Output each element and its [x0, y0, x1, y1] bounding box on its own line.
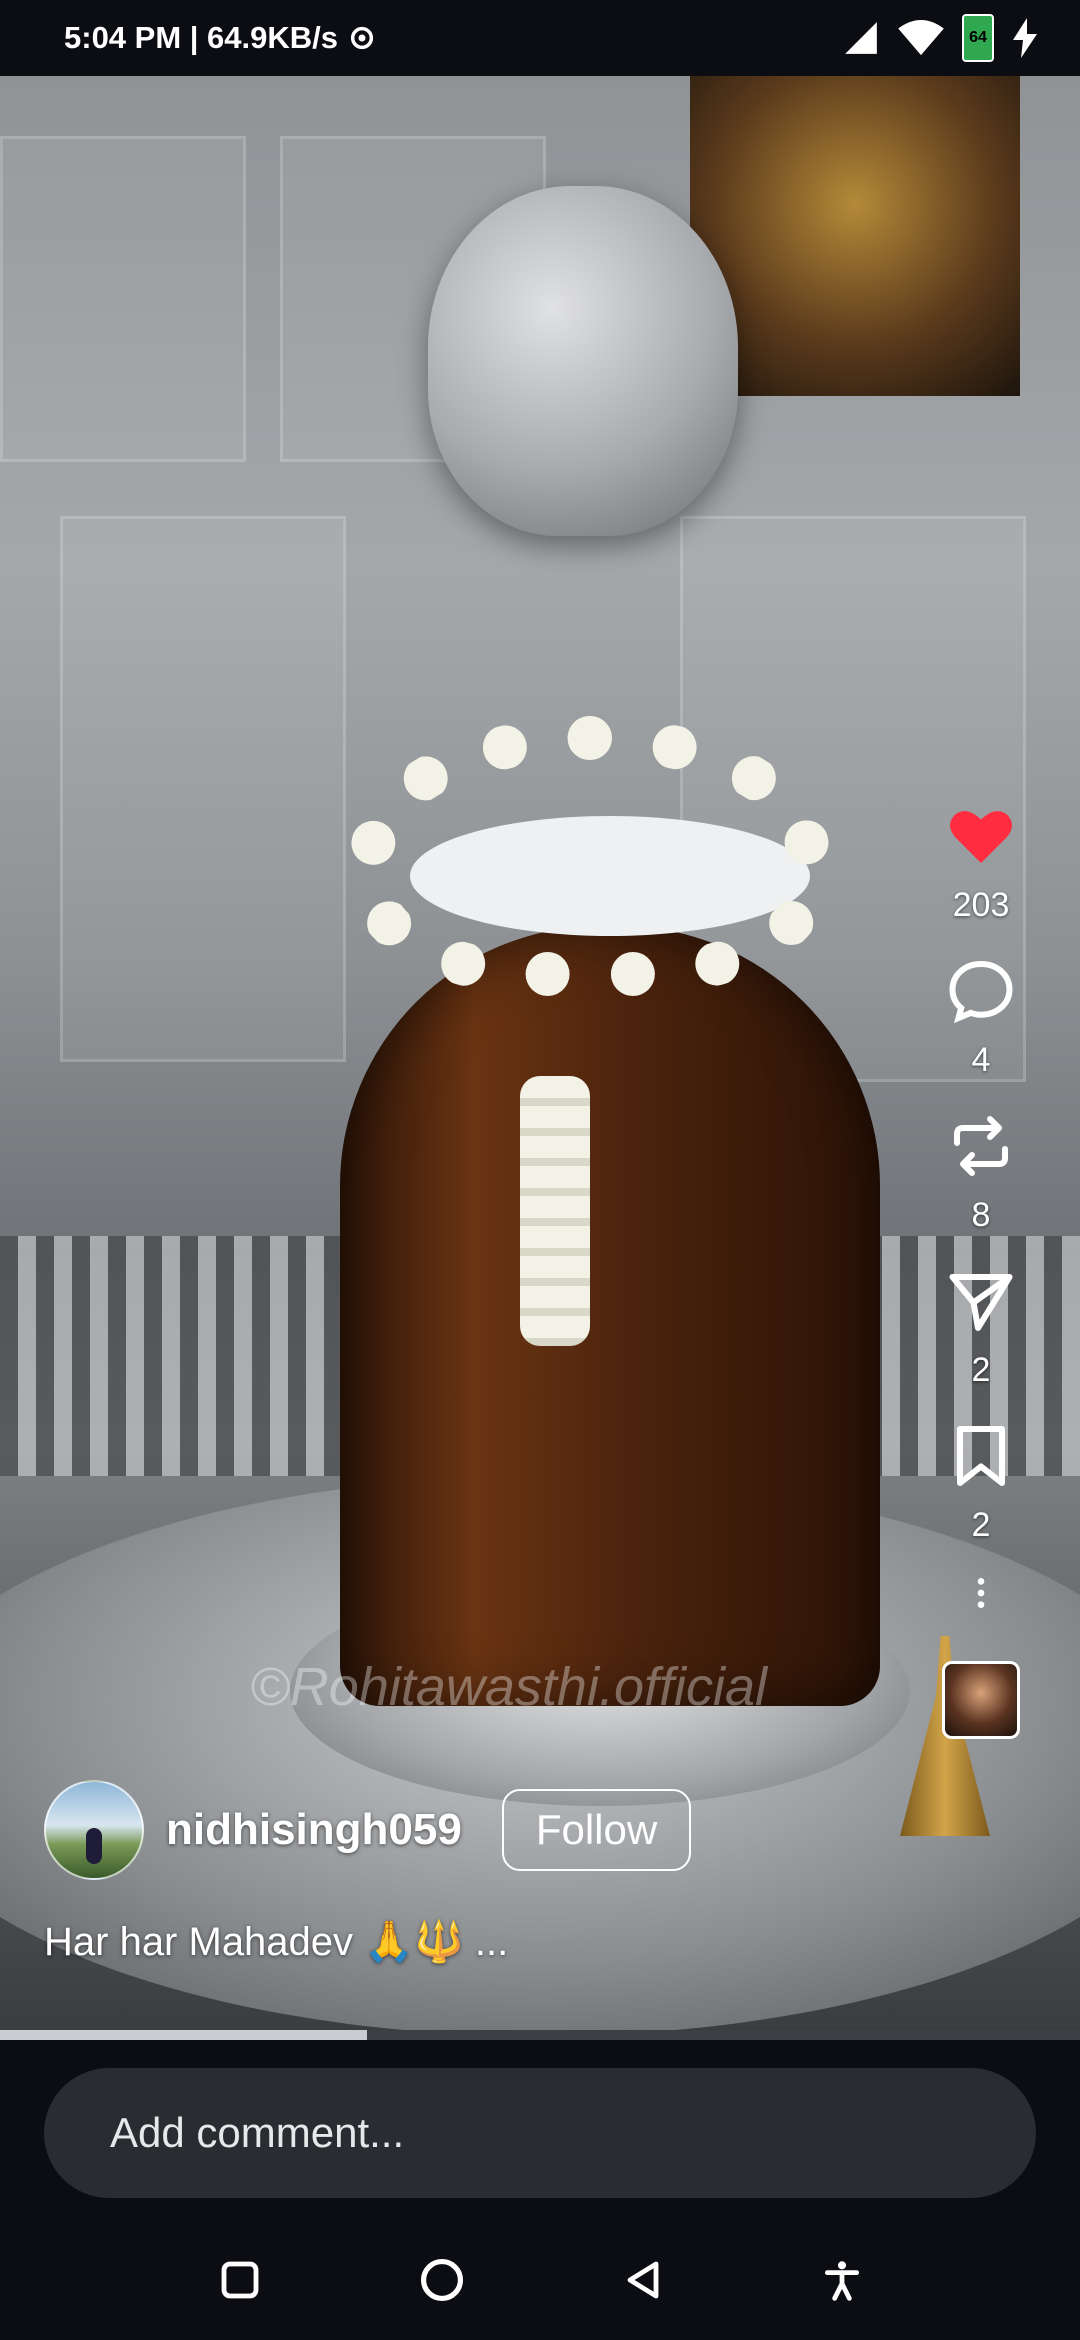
- action-column: 203 4 8 2 2: [906, 800, 1056, 1739]
- accessibility-icon[interactable]: [820, 2256, 864, 2304]
- more-icon: [977, 1578, 985, 1608]
- flower-garland: [350, 716, 830, 996]
- save-button[interactable]: 2: [945, 1420, 1017, 1545]
- caption[interactable]: Har har Mahadev 🙏🔱 ...: [44, 1918, 508, 1965]
- kalash-pot: [428, 186, 738, 536]
- video-watermark: ©Rohitawasthi.official: [250, 1657, 768, 1717]
- wall-panel-lower-left: [60, 516, 346, 1062]
- wall-panel-left: [0, 136, 246, 462]
- battery-level: 64: [969, 29, 987, 46]
- charging-icon: [1013, 18, 1037, 58]
- notification-icon: [350, 26, 374, 50]
- more-options-button[interactable]: [961, 1565, 1001, 1621]
- audio-thumbnail[interactable]: [942, 1661, 1020, 1739]
- share-count: 2: [971, 1351, 991, 1389]
- comment-count: 4: [971, 1041, 991, 1079]
- shrine-idol: [690, 76, 1020, 396]
- video-progress[interactable]: [0, 2030, 1080, 2040]
- garland-drop: [520, 1076, 590, 1346]
- avatar[interactable]: [44, 1780, 144, 1880]
- author-row: nidhisingh059 Follow: [44, 1780, 692, 1880]
- status-bar: 5:04 PM | 64.9KB/s 64: [0, 0, 1080, 76]
- bookmark-icon: [957, 1426, 1005, 1486]
- repost-count: 8: [971, 1196, 991, 1234]
- wifi-icon: [898, 19, 944, 56]
- share-button[interactable]: 2: [945, 1265, 1017, 1390]
- signal-icon: [845, 22, 877, 54]
- repost-button[interactable]: 8: [945, 1110, 1017, 1235]
- comment-input[interactable]: Add comment...: [44, 2068, 1036, 2198]
- comment-icon: [949, 960, 1013, 1024]
- back-icon[interactable]: [620, 2256, 668, 2304]
- follow-button[interactable]: Follow: [501, 1789, 692, 1871]
- comment-placeholder: Add comment...: [110, 2109, 405, 2156]
- home-icon[interactable]: [416, 2254, 468, 2306]
- like-button[interactable]: 203: [945, 800, 1017, 925]
- comment-button[interactable]: 4: [945, 955, 1017, 1080]
- heart-icon: [950, 811, 1012, 863]
- like-count: 203: [952, 886, 1010, 924]
- share-icon: [949, 1274, 1013, 1331]
- username[interactable]: nidhisingh059: [166, 1805, 462, 1855]
- shivling: [340, 926, 880, 1706]
- video-progress-fill: [0, 2030, 368, 2040]
- save-count: 2: [971, 1506, 991, 1544]
- repost-icon: [954, 1116, 1008, 1176]
- recents-icon[interactable]: [216, 2256, 264, 2304]
- status-time: 5:04 PM | 64.9KB/s: [64, 20, 339, 55]
- battery-icon: 64: [962, 14, 994, 62]
- system-nav-bar: [0, 2220, 1080, 2340]
